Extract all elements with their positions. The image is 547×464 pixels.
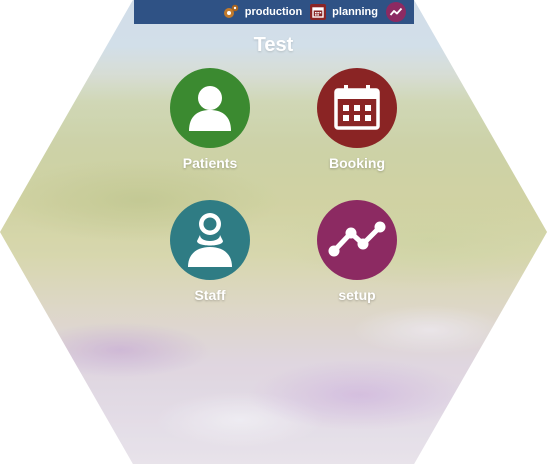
hexagon-background — [0, 0, 547, 464]
person-icon — [189, 86, 231, 131]
nav-planning[interactable]: planning — [310, 4, 378, 20]
tile-setup-label: setup — [338, 287, 376, 303]
top-nav-bar: production planning — [134, 0, 414, 24]
calendar-icon — [334, 85, 380, 130]
page-title: Test — [253, 34, 294, 56]
tile-staff-label: Staff — [194, 287, 226, 303]
trend-line-icon — [328, 221, 386, 257]
calendar-icon — [310, 4, 327, 20]
nav-planning-label: planning — [332, 6, 378, 18]
nav-trend[interactable] — [386, 2, 406, 22]
staff-circle[interactable] — [170, 200, 250, 280]
tile-setup[interactable]: setup — [302, 200, 412, 303]
staff-person-icon — [188, 213, 232, 267]
setup-circle[interactable] — [317, 200, 397, 280]
trend-icon — [386, 2, 406, 22]
nav-production-label: production — [244, 6, 303, 18]
booking-circle[interactable] — [317, 68, 397, 148]
tile-patients[interactable]: Patients — [155, 68, 265, 171]
gears-icon — [223, 4, 239, 20]
nav-production[interactable]: production — [223, 4, 302, 20]
tile-booking-label: Booking — [329, 155, 385, 171]
patients-circle[interactable] — [170, 68, 250, 148]
tile-booking[interactable]: Booking — [302, 68, 412, 171]
tile-staff[interactable]: Staff — [155, 200, 265, 303]
tile-patients-label: Patients — [182, 155, 238, 171]
